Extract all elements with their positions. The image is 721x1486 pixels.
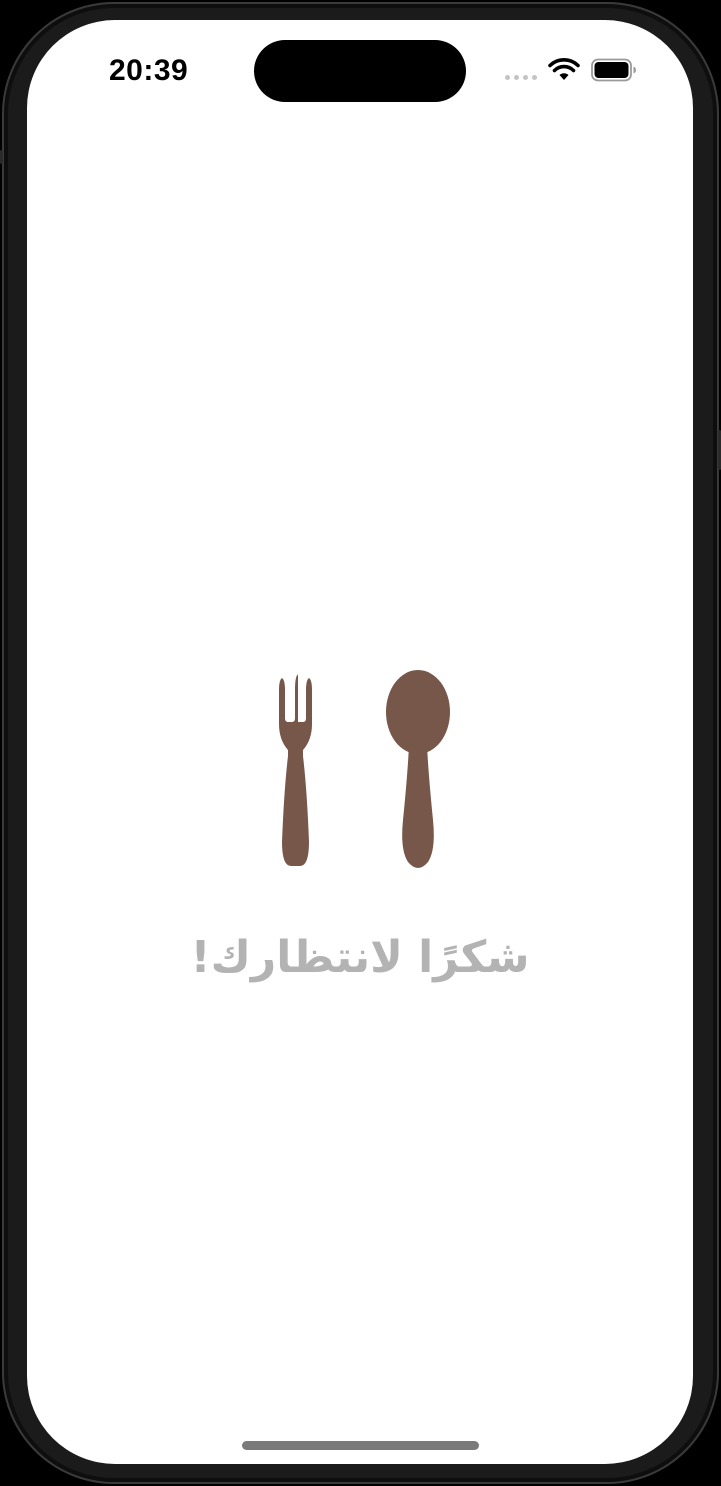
wifi-icon [548, 58, 580, 80]
app-screen: 20:39 شكرًا لانتظارك! [27, 20, 693, 1464]
waiting-message: شكرًا لانتظارك! [190, 932, 530, 983]
status-bar: 20:39 [27, 20, 693, 120]
dynamic-island [254, 40, 466, 102]
fork-icon [279, 672, 312, 866]
spoon-icon [386, 670, 450, 868]
phone-device: 20:39 شكرًا لانتظارك! [0, 0, 721, 1486]
home-indicator[interactable] [242, 1441, 479, 1450]
waiting-content: شكرًا لانتظارك! [27, 650, 693, 1050]
fork-and-spoon-icon [279, 670, 450, 868]
cellular-signal-icon [505, 75, 539, 81]
status-time: 20:39 [109, 54, 189, 87]
battery-icon [591, 58, 636, 82]
side-button-left [0, 150, 3, 164]
